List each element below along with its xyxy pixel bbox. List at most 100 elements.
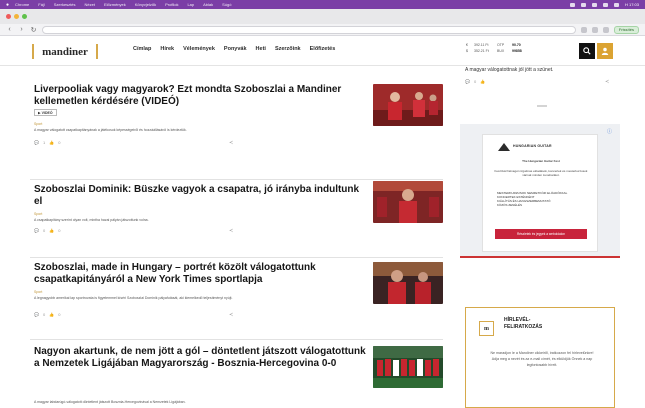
advertisement[interactable]: ⓘ HUNGARIAN GUITAR The Hungarian Guitar … [460,124,620,258]
like-icon[interactable]: 👍 [480,79,485,84]
nav-item[interactable]: Ponyvák [224,46,247,52]
nav-item[interactable]: Szerzőink [275,46,301,52]
back-icon[interactable]: ‹ [6,26,13,33]
battery-icon[interactable] [602,2,608,7]
nav-item[interactable]: Hírek [160,46,174,52]
nav-item[interactable]: Előfizetés [310,46,336,52]
article-thumbnail[interactable] [373,346,443,388]
article-thumbnail[interactable] [373,181,443,223]
article-lead: A magyar labdarúgó-válogatott döntetlent… [34,400,186,404]
menu-item[interactable]: Súgó [222,2,231,7]
comment-count: 0 [42,312,46,317]
apple-icon[interactable]: ● [6,2,9,8]
site-logo[interactable]: mandiner [32,44,98,59]
search-icon [583,47,591,55]
menu-item[interactable]: Lap [187,2,194,7]
ad-label [537,105,547,107]
newsletter-text: Ne maradjon le a Mandiner cikkeiről, ira… [490,351,594,367]
address-bar[interactable] [42,25,576,34]
comment-count: 1 [42,140,46,145]
comment-icon[interactable]: 💬 [34,312,39,317]
wifi-icon[interactable] [591,2,597,7]
extension-icon[interactable] [591,26,598,33]
video-badge: ▶ VIDEÓ [34,109,57,116]
article-title[interactable]: Szoboszlai, made in Hungary – portrét kö… [34,262,369,286]
ad-body: Fesztivál hétvégén izgalmas előadások, k… [494,169,588,177]
clock[interactable]: H 17:03 [625,2,639,7]
exchange-rates: € 392.11 Ft OTP 90.70 $ 352.21 Ft BUX 99… [466,43,530,53]
forward-icon[interactable]: › [18,26,25,33]
comment-icon[interactable]: 💬 [465,79,470,84]
like-count: 0 [58,228,61,233]
article-category[interactable]: Sport [34,290,42,294]
browser-toolbar: ‹ › ↻ Frissítés [0,24,645,36]
ad-card[interactable]: HUNGARIAN GUITAR The Hungarian Guitar Fe… [482,134,598,252]
article-thumbnail[interactable] [373,262,443,304]
menu-item[interactable]: Szerkesztés [54,2,76,7]
sidebar-article-meta: 💬 0 👍 [465,79,485,84]
menu-item[interactable]: Nézet [85,2,95,7]
currency-symbol: $ [466,49,468,53]
extension-icon[interactable] [580,26,587,33]
search-icon[interactable] [613,2,619,7]
ad-headline: The Hungarian Guitar Fest [522,159,560,163]
like-icon[interactable]: 👍 [49,228,54,233]
index-label: BUX [497,49,505,53]
reload-icon[interactable]: ↻ [30,26,37,34]
newsletter-box: m HÍRLEVÉL-FELIRATKOZÁS Ne maradjon le a… [465,307,615,408]
index-value: 90.70 [512,43,521,47]
article-title[interactable]: Szoboszlai Dominik: Büszke vagyok a csap… [34,184,369,208]
like-icon[interactable]: 👍 [49,140,54,145]
comment-icon[interactable]: 💬 [34,228,39,233]
user-button[interactable] [597,43,613,59]
close-window-icon[interactable] [6,14,11,19]
share-icon[interactable]: ≺ [229,228,233,234]
like-icon[interactable]: 👍 [49,312,54,317]
article-meta: 💬 1 👍 0 [34,140,60,145]
currency-value: 392.11 Ft [474,43,489,47]
article-list: Liverpooliak vagy magyarok? Ezt mondta S… [30,66,443,408]
main-nav: Címlap Hírek Vélemények Ponyvák Heti Sze… [133,46,335,52]
status-icon[interactable] [569,2,575,7]
menu-item[interactable]: Fájl [38,2,44,7]
profile-icon[interactable] [602,26,609,33]
sidebar-article-lead[interactable]: A magyar válogatottnak jól jött a szünet… [465,67,553,73]
menu-item[interactable]: Chrome [15,2,29,7]
update-button[interactable]: Frissítés [613,25,639,34]
ad-cta-button[interactable]: Részletek és jegyek a weboldalon [495,229,587,239]
article-title[interactable]: Nagyon akartunk, de nem jött a gól – dön… [34,346,369,370]
article-category[interactable]: Sport [34,122,42,126]
article-card[interactable]: Nagyon akartunk, de nem jött a gól – dön… [30,340,443,408]
article-image [373,346,443,388]
menu-item[interactable]: Könyvjelzők [135,2,156,7]
comment-icon[interactable]: 💬 [34,140,39,145]
status-icon[interactable] [580,2,586,7]
menu-item[interactable]: Profilok [165,2,178,7]
article-card[interactable]: Szoboszlai Dominik: Büszke vagyok a csap… [30,180,443,258]
maximize-window-icon[interactable] [22,14,27,19]
nav-item[interactable]: Heti [256,46,266,52]
menu-item[interactable]: Ablak [203,2,213,7]
article-category[interactable]: Sport [34,212,42,216]
article-card[interactable]: Liverpooliak vagy magyarok? Ezt mondta S… [30,80,443,180]
minimize-window-icon[interactable] [14,14,19,19]
ad-list: MESTERKURZUSOK NEMZETKÖZI ELŐADÓKKAL KON… [497,191,589,207]
article-thumbnail[interactable] [373,84,443,126]
os-menubar: ● Chrome Fájl Szerkesztés Nézet Előzmény… [0,0,645,9]
ad-info-icon[interactable]: ⓘ [607,128,612,135]
nav-item[interactable]: Vélemények [183,46,215,52]
share-icon[interactable]: ≺ [605,79,609,85]
article-title[interactable]: Liverpooliak vagy magyarok? Ezt mondta S… [34,84,369,108]
article-card[interactable]: Szoboszlai, made in Hungary – portrét kö… [30,258,443,340]
share-icon[interactable]: ≺ [229,140,233,146]
currency-symbol: € [466,43,468,47]
site-header: mandiner Címlap Hírek Vélemények Ponyvák… [0,36,645,66]
menu-item[interactable]: Előzmények [104,2,126,7]
article-image [373,84,443,126]
like-count: 0 [58,140,61,145]
article-lead: A magyar válogatott csapatkapitányának a… [34,128,187,132]
search-button[interactable] [579,43,595,59]
newsletter-title: HÍRLEVÉL-FELIRATKOZÁS [504,317,543,330]
share-icon[interactable]: ≺ [229,312,233,318]
nav-item[interactable]: Címlap [133,46,151,52]
